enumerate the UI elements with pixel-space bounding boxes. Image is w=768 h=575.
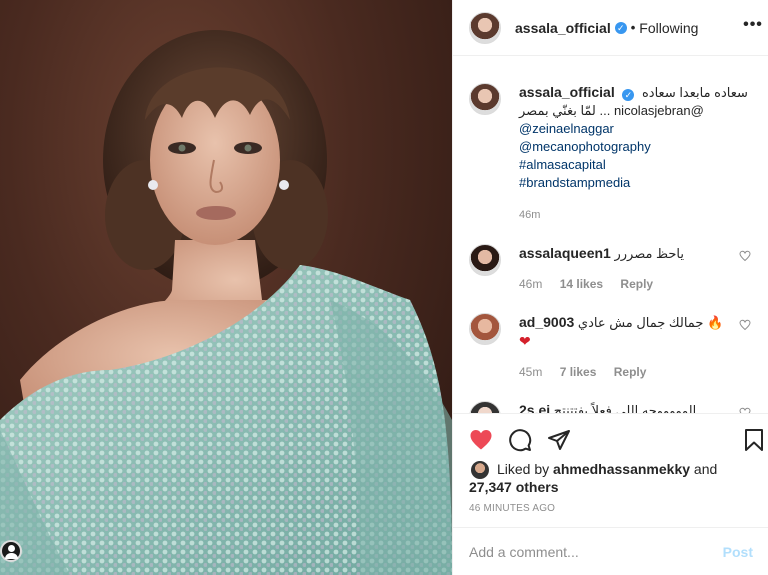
comment-likes[interactable]: 7 likes [560,365,597,379]
author-avatar[interactable] [469,11,501,44]
post-photo[interactable] [0,0,452,575]
comment-input[interactable] [469,543,723,560]
post-header: assala_official ✓ • Following ••• [453,0,768,56]
post-timestamp[interactable]: 46 MINUTES AGO [469,503,555,514]
comment-username[interactable]: 2s.ei [519,402,550,413]
comment-icon[interactable] [508,428,532,452]
verified-badge-icon: ✓ [614,21,627,34]
caption-tag[interactable]: #brandstampmedia [519,174,748,192]
caption-mention-line[interactable]: @nicolasjebran ... لمّا بغنّي بمصر [519,103,704,118]
caption-tag[interactable]: @zeinaelnaggar [519,120,748,138]
reply-button[interactable]: Reply [614,365,647,379]
liker-username[interactable]: ahmedhassanmekky [553,461,690,477]
caption-tag[interactable]: @mecanophotography [519,138,748,156]
likes-summary: Liked by ahmedhassanmekky and 27,347 oth… [469,460,759,496]
comment-like-icon[interactable] [739,250,751,262]
commenter-avatar[interactable] [469,401,501,413]
more-options-icon[interactable]: ••• [743,17,763,38]
comment-meta: 46m 14 likes Reply [519,275,749,293]
comment-time[interactable]: 46m [519,277,542,291]
comment-item: 2s.ei الوووووحه اللي فعلاً بفتتنتح [469,401,753,413]
bookmark-icon[interactable] [743,428,765,452]
share-icon[interactable] [547,428,571,452]
red-heart-emoji-icon: ❤ [519,333,531,349]
instagram-post: assala_official ✓ • Following ••• assala… [0,0,768,575]
author-username[interactable]: assala_official [515,20,611,36]
header-separator: • [630,20,636,35]
post-comment-button[interactable]: Post [723,544,753,560]
comment-time[interactable]: 45m [519,365,542,379]
post-side-panel: assala_official ✓ • Following ••• assala… [452,0,768,575]
comment-text: جمالك جمال مش عادي [577,315,704,330]
caption-line2: @nicolasjebran ... لمّا بغنّي بمصر [519,102,748,120]
heart-filled-icon[interactable] [469,428,493,452]
likes-and: and [693,461,718,477]
follow-button[interactable]: Following [639,20,698,36]
comment-like-icon[interactable] [739,319,751,331]
caption-tag[interactable]: #almasacapital [519,156,748,174]
caption-text: سعاده مابعدا سعاده [641,85,748,100]
likes-others-count[interactable]: 27,347 others [469,478,759,496]
caption-time[interactable]: 46m [519,206,748,224]
comment-meta: 45m 7 likes Reply [519,363,749,381]
verified-badge-icon: ✓ [622,89,635,101]
add-comment-bar: Post [453,527,768,575]
post-caption: assala_official ✓ سعاده مابعدا سعاده @ni… [469,83,753,224]
comment-likes[interactable]: 14 likes [560,277,603,291]
fire-emoji-icon: 🔥 [706,315,724,330]
liker-avatar[interactable] [471,461,489,479]
comment-item: ad_9003 جمالك جمال مش عادي 🔥 ❤ 45m 7 lik… [469,313,753,381]
comment-text: الوووووحه اللي فعلاً بفتتنتح [553,403,697,413]
comment-username[interactable]: assalaqueen1 [519,245,611,261]
caption-username[interactable]: assala_official [519,84,615,100]
portrait-illustration [0,30,452,575]
comments-list[interactable]: assala_official ✓ سعاده مابعدا سعاده @ni… [453,57,768,413]
commenter-avatar[interactable] [469,244,501,276]
comment-item: assalaqueen1 ياحظ مصررر 46m 14 likes Rep… [469,244,753,293]
comment-username[interactable]: ad_9003 [519,314,574,330]
post-actions [453,413,768,461]
comment-text: ياحظ مصررر [614,246,685,261]
reply-button[interactable]: Reply [620,277,653,291]
tagged-people-icon[interactable] [0,540,22,562]
likes-prefix: Liked by [497,461,550,477]
commenter-avatar[interactable] [469,313,501,345]
caption-avatar[interactable] [469,83,501,115]
